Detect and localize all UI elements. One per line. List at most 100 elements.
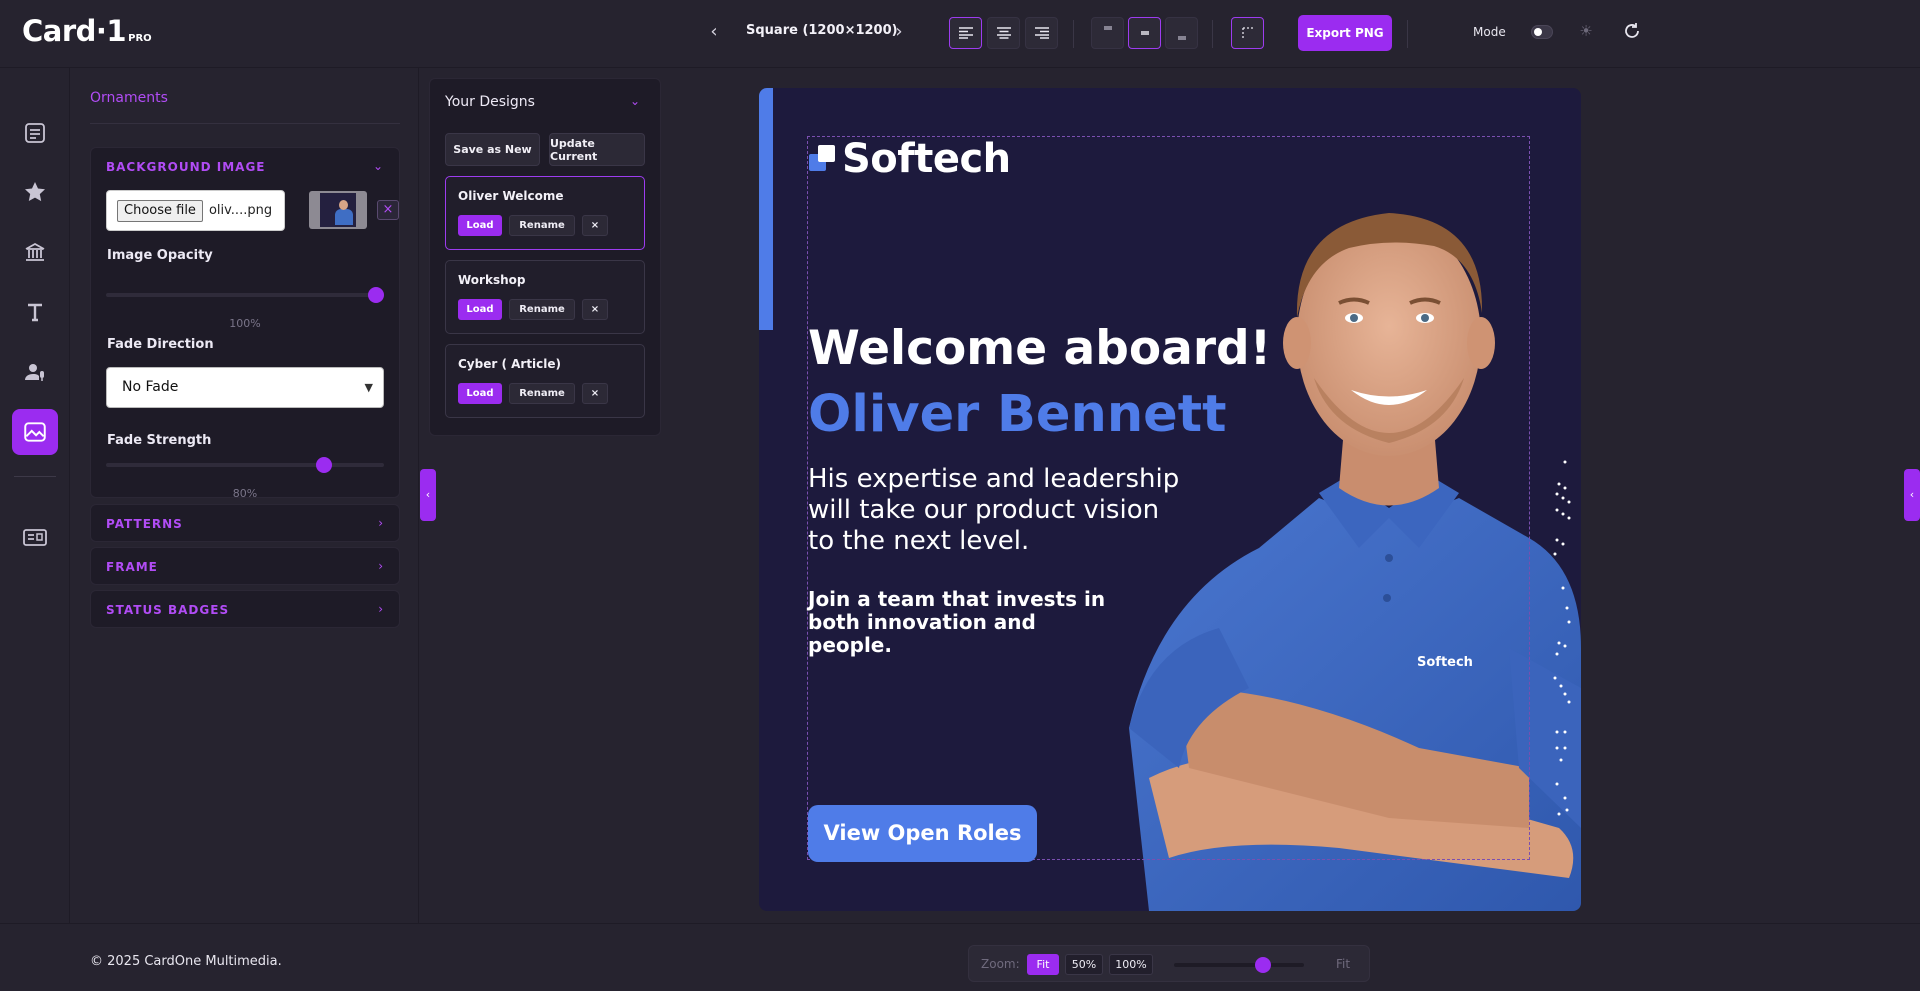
brand-mark-icon xyxy=(809,145,837,173)
opacity-value: 100% xyxy=(229,317,261,330)
theme-mode-toggle[interactable] xyxy=(1531,25,1553,39)
footer: © 2025 CardOne Multimedia. Zoom: Fit 50%… xyxy=(0,923,1920,991)
chevron-down-icon[interactable]: ⌄ xyxy=(630,94,640,108)
icon-rail xyxy=(0,68,70,923)
fade-strength-slider[interactable] xyxy=(106,457,384,473)
canvas-size-label: Square (1200×1200) xyxy=(746,23,898,38)
valign-bottom-button[interactable] xyxy=(1165,17,1198,49)
fade-direction-select[interactable]: No Fade ▼ xyxy=(106,367,384,408)
choose-file-button[interactable]: Choose file xyxy=(117,199,203,222)
rail-content-button[interactable] xyxy=(12,110,58,156)
card-sub-text[interactable]: Join a team that invests in both innovat… xyxy=(808,588,1108,657)
design-card[interactable]: Workshop Load Rename × xyxy=(445,260,645,334)
file-input[interactable]: Choose file oliv....png xyxy=(106,190,285,231)
chevron-right-icon: › xyxy=(378,559,383,573)
safe-area-icon xyxy=(1241,27,1253,38)
opacity-label: Image Opacity xyxy=(107,248,213,263)
rail-branding-button[interactable] xyxy=(12,229,58,275)
valign-middle-icon xyxy=(1140,31,1149,35)
panel-divider xyxy=(90,123,400,124)
design-name: Oliver Welcome xyxy=(458,189,564,203)
brand-logo: Softech xyxy=(809,136,1011,182)
dot-pattern xyxy=(1553,460,1571,816)
design-canvas[interactable]: Softech Welcome aboard! Oliver Bennett H… xyxy=(759,88,1581,911)
status-badges-section[interactable]: STATUS BADGES › xyxy=(90,590,400,628)
slider-thumb[interactable] xyxy=(316,457,332,473)
update-current-button[interactable]: Update Current xyxy=(549,133,645,166)
copyright: © 2025 CardOne Multimedia. xyxy=(90,954,282,969)
load-button[interactable]: Load xyxy=(458,383,502,404)
chevron-left-icon: ‹ xyxy=(1909,488,1915,501)
card-headline[interactable]: Welcome aboard! xyxy=(808,321,1271,376)
zoom-50-button[interactable]: 50% xyxy=(1065,954,1103,975)
section-header: FRAME xyxy=(106,560,158,574)
chevron-down-icon: ▼ xyxy=(364,381,373,394)
save-as-new-button[interactable]: Save as New xyxy=(445,133,540,166)
fade-strength-label: Fade Strength xyxy=(107,433,212,448)
text-icon xyxy=(28,303,42,322)
design-card[interactable]: Oliver Welcome Load Rename × xyxy=(445,176,645,250)
valign-middle-button[interactable] xyxy=(1128,17,1161,49)
zoom-fit-button[interactable]: Fit xyxy=(1027,954,1059,975)
frame-section[interactable]: FRAME › xyxy=(90,547,400,585)
align-right-button[interactable] xyxy=(1025,17,1058,49)
rail-person-button[interactable] xyxy=(12,349,58,395)
collapse-panel-button[interactable]: ‹ xyxy=(420,469,436,521)
rail-text-button[interactable] xyxy=(12,289,58,335)
rail-templates-button[interactable] xyxy=(12,514,58,560)
design-card[interactable]: Cyber ( Article) Load Rename × xyxy=(445,344,645,418)
delete-button[interactable]: × xyxy=(582,215,608,236)
id-card-icon xyxy=(23,529,47,546)
align-center-button[interactable] xyxy=(987,17,1020,49)
zoom-100-button[interactable]: 100% xyxy=(1109,954,1153,975)
expand-right-panel-button[interactable]: ‹ xyxy=(1904,469,1920,521)
background-image-section: BACKGROUND IMAGE ⌄ Choose file oliv....p… xyxy=(90,147,400,500)
refresh-icon[interactable] xyxy=(1622,21,1642,41)
zoom-label: Zoom: xyxy=(981,957,1020,971)
safe-area-toggle-button[interactable] xyxy=(1231,17,1264,49)
slider-thumb[interactable] xyxy=(1255,957,1271,973)
file-name: oliv....png xyxy=(208,203,273,218)
align-right-icon xyxy=(1034,27,1049,39)
section-header[interactable]: BACKGROUND IMAGE xyxy=(106,160,266,174)
toolbar-separator xyxy=(1407,20,1408,48)
shirt-logo-text: Softech xyxy=(1417,655,1473,670)
logo-sub: PRO xyxy=(128,33,152,44)
remove-image-button[interactable]: × xyxy=(377,200,399,220)
card-person-name[interactable]: Oliver Bennett xyxy=(808,385,1226,444)
view-open-roles-button[interactable]: View Open Roles xyxy=(808,805,1037,862)
chevron-right-icon: › xyxy=(378,516,383,530)
slider-thumb[interactable] xyxy=(368,287,384,303)
rename-button[interactable]: Rename xyxy=(509,299,575,320)
fade-direction-label: Fade Direction xyxy=(107,337,214,352)
patterns-section[interactable]: PATTERNS › xyxy=(90,504,400,542)
rail-ornaments-button[interactable] xyxy=(12,409,58,455)
opacity-slider[interactable] xyxy=(106,287,384,303)
valign-top-icon xyxy=(1103,26,1112,30)
rename-button[interactable]: Rename xyxy=(509,383,575,404)
top-bar: Card·1 PRO ‹ Square (1200×1200) › Export… xyxy=(0,0,1920,68)
prev-size-button[interactable]: ‹ xyxy=(703,20,725,44)
load-button[interactable]: Load xyxy=(458,215,502,236)
align-left-button[interactable] xyxy=(949,17,982,49)
app-logo: Card·1 PRO xyxy=(22,14,152,48)
load-button[interactable]: Load xyxy=(458,299,502,320)
design-name: Cyber ( Article) xyxy=(458,357,562,371)
delete-button[interactable]: × xyxy=(582,299,608,320)
logo-main: Card·1 xyxy=(22,14,127,48)
next-size-button[interactable]: › xyxy=(888,20,910,44)
card-body-text[interactable]: His expertise and leadership will take o… xyxy=(808,464,1188,557)
designs-panel: Your Designs ⌄ Save as New Update Curren… xyxy=(429,78,661,436)
delete-button[interactable]: × xyxy=(582,383,608,404)
rename-button[interactable]: Rename xyxy=(509,215,575,236)
rail-favorites-button[interactable] xyxy=(12,169,58,215)
align-center-icon xyxy=(996,27,1011,39)
valign-top-button[interactable] xyxy=(1091,17,1124,49)
export-png-button[interactable]: Export PNG xyxy=(1298,15,1392,51)
ornaments-panel: Ornaments BACKGROUND IMAGE ⌄ Choose file… xyxy=(71,68,419,923)
valign-bottom-icon xyxy=(1177,36,1186,40)
design-name: Workshop xyxy=(458,273,526,287)
chevron-down-icon[interactable]: ⌄ xyxy=(373,159,383,173)
zoom-slider[interactable] xyxy=(1174,957,1304,973)
shirt-logo: Softech xyxy=(1417,655,1473,670)
